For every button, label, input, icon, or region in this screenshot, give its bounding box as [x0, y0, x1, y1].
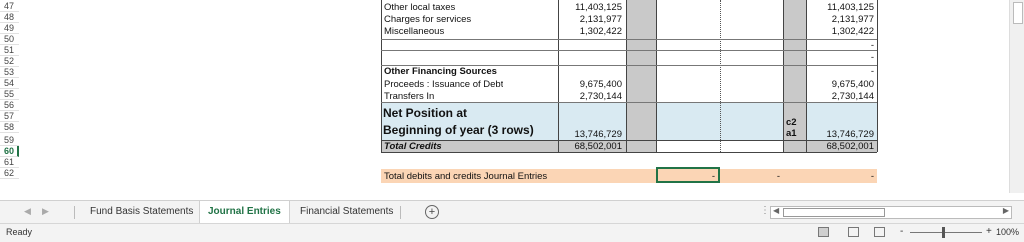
row-header[interactable]: 49	[0, 23, 19, 34]
scroll-left-icon[interactable]: ◀	[773, 206, 779, 215]
value-cell[interactable]: 11,403,125	[560, 2, 622, 13]
row-header[interactable]: 55	[0, 89, 19, 100]
zoom-out-icon[interactable]: -	[900, 226, 903, 237]
border	[558, 0, 559, 152]
row-header[interactable]: 48	[0, 12, 19, 23]
row-header-selected[interactable]: 60	[0, 146, 19, 157]
border	[626, 0, 627, 152]
zoom-slider-track[interactable]	[910, 232, 982, 233]
tab-journal-entries[interactable]: Journal Entries	[200, 201, 289, 225]
row-header[interactable]: 47	[0, 1, 19, 12]
value-cell[interactable]: 1,302,422	[808, 26, 874, 37]
vertical-scroll-thumb[interactable]	[1013, 2, 1023, 24]
scroll-right-icon[interactable]: ▶	[1003, 206, 1009, 215]
label-total-debits-and-credits[interactable]: Total debits and credits Journal Entries	[384, 171, 547, 182]
status-bar: Ready - + 100%	[0, 223, 1024, 242]
note-cell[interactable]: c2	[786, 117, 797, 128]
row-header[interactable]: 52	[0, 56, 19, 67]
tab-divider	[74, 206, 75, 219]
value-cell[interactable]: 13,746,729	[560, 129, 622, 140]
border	[381, 39, 877, 40]
row-header[interactable]: 59	[0, 135, 19, 146]
add-sheet-icon[interactable]: +	[425, 205, 439, 219]
label-other-local-taxes[interactable]: Other local taxes	[384, 2, 455, 13]
row-header[interactable]: 50	[0, 34, 19, 45]
value-cell[interactable]: 9,675,400	[808, 79, 874, 90]
value-cell[interactable]: -	[808, 52, 874, 63]
value-cell[interactable]: 13,746,729	[808, 129, 874, 140]
border	[381, 0, 382, 152]
border	[381, 140, 877, 141]
zoom-level[interactable]: 100%	[996, 227, 1019, 237]
horizontal-scrollbar[interactable]: ◀ ▶	[770, 206, 1012, 219]
value-cell[interactable]: 68,502,001	[808, 141, 874, 152]
next-sheet-arrow-icon[interactable]: ▶	[42, 206, 49, 217]
label-other-financing-sources[interactable]: Other Financing Sources	[384, 66, 497, 77]
label-charges-for-services[interactable]: Charges for services	[384, 14, 471, 25]
row-header[interactable]: 56	[0, 100, 19, 111]
sheet-tab-bar: ◀ ▶ Fund Basis Statements Journal Entrie…	[0, 200, 1024, 225]
row-header[interactable]: 53	[0, 67, 19, 78]
value-cell[interactable]: 68,502,001	[560, 141, 622, 152]
row-header[interactable]: 54	[0, 78, 19, 89]
value-cell[interactable]: 2,131,977	[560, 14, 622, 25]
border	[656, 0, 657, 152]
row-header[interactable]: 62	[0, 168, 19, 179]
dotted-border	[720, 0, 721, 152]
value-cell[interactable]: 1,302,422	[560, 26, 622, 37]
value-cell[interactable]: -	[720, 171, 780, 182]
status-text: Ready	[6, 227, 33, 237]
row-header[interactable]: 57	[0, 111, 19, 122]
label-transfers-in[interactable]: Transfers In	[384, 91, 434, 102]
normal-view-icon[interactable]	[818, 227, 829, 237]
border	[381, 50, 877, 51]
net-position-line2[interactable]: Beginning of year (3 rows)	[383, 123, 534, 138]
value-cell[interactable]: 2,730,144	[560, 91, 622, 102]
tab-divider	[400, 206, 401, 219]
note-cell[interactable]: a1	[786, 128, 797, 139]
value-cell[interactable]: 11,403,125	[808, 2, 874, 13]
prev-sheet-arrow-icon[interactable]: ◀	[24, 206, 31, 217]
tab-fund-basis-statements[interactable]: Fund Basis Statements	[82, 201, 201, 223]
label-proceeds-issuance-of-debt[interactable]: Proceeds : Issuance of Debt	[384, 79, 503, 90]
horizontal-scroll-thumb[interactable]	[783, 208, 885, 217]
row-header[interactable]: 51	[0, 45, 19, 56]
tab-splitter-icon[interactable]: ⋮	[760, 205, 770, 216]
border	[381, 152, 877, 153]
zoom-slider-thumb[interactable]	[942, 227, 945, 238]
page-layout-view-icon[interactable]	[848, 227, 859, 237]
vertical-scrollbar[interactable]	[1009, 0, 1024, 193]
page-break-preview-icon[interactable]	[874, 227, 885, 237]
border	[381, 102, 877, 103]
label-miscellaneous[interactable]: Miscellaneous	[384, 26, 444, 37]
net-position-line1[interactable]: Net Position at	[383, 106, 467, 121]
tab-financial-statements[interactable]: Financial Statements	[292, 201, 401, 223]
label-total-credits[interactable]: Total Credits	[384, 141, 442, 152]
worksheet-grid[interactable]: 47 48 49 50 51 52 53 54 55 56 57 58 59 6…	[0, 0, 1010, 193]
value-cell[interactable]: 9,675,400	[560, 79, 622, 90]
border	[877, 0, 878, 152]
selected-cell[interactable]: -	[656, 167, 720, 183]
value-cell[interactable]: -	[808, 171, 874, 182]
gray-column-1	[626, 0, 656, 152]
value-cell[interactable]: -	[808, 66, 874, 77]
border	[806, 0, 807, 152]
value-cell[interactable]: 2,131,977	[808, 14, 874, 25]
zoom-in-icon[interactable]: +	[986, 226, 992, 237]
row-header[interactable]: 61	[0, 157, 19, 168]
border	[783, 0, 784, 152]
row-header[interactable]: 58	[0, 122, 19, 133]
value-cell[interactable]: 2,730,144	[808, 91, 874, 102]
value-cell[interactable]: -	[808, 40, 874, 51]
